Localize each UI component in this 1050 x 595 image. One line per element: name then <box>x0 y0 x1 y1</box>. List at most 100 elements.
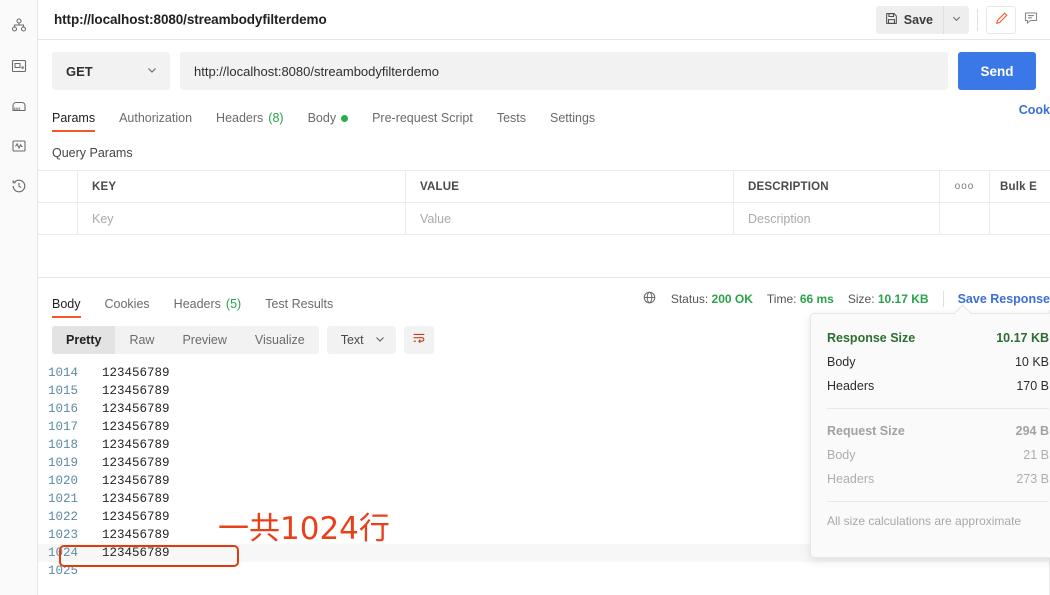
line-text: 123456789 <box>102 438 170 452</box>
line-number: 1024 <box>47 546 78 560</box>
key-input[interactable]: Key <box>78 203 406 234</box>
line-text: 123456789 <box>102 402 170 416</box>
tab-body[interactable]: Body <box>308 111 349 132</box>
response-tab-headers[interactable]: Headers (5) <box>174 297 242 318</box>
row-options-cell[interactable] <box>940 203 990 234</box>
view-mode-raw[interactable]: Raw <box>115 326 168 354</box>
save-dropdown-button[interactable] <box>943 5 969 34</box>
http-method-select[interactable]: GET <box>52 52 170 90</box>
tab-tests-label: Tests <box>496 111 526 125</box>
ellipsis-icon: ooo <box>954 181 975 192</box>
line-text: 123456789 <box>102 510 170 524</box>
size-details-popover: Response Size 10.17 KB Body 10 KB Header… <box>810 313 1050 558</box>
request-headers-label: Headers <box>827 472 875 486</box>
response-size-title: Response Size <box>827 331 916 345</box>
rail-item-history[interactable] <box>0 166 38 206</box>
tab-tests[interactable]: Tests <box>497 111 526 132</box>
size-label: Size: <box>847 292 875 306</box>
history-icon <box>10 177 28 195</box>
tab-headers[interactable]: Headers (8) <box>216 111 284 132</box>
time-value: 66 ms <box>799 292 834 306</box>
save-button-label: Save <box>903 12 933 27</box>
save-response-button[interactable]: Save Response <box>958 292 1050 306</box>
tab-pre-request-script[interactable]: Pre-request Script <box>372 111 473 132</box>
monitors-icon <box>10 137 28 155</box>
row-checkbox-cell[interactable] <box>38 203 78 234</box>
body-format-select[interactable]: Text <box>326 326 396 354</box>
query-params-table: KEY VALUE DESCRIPTION ooo Bulk E Key Val… <box>38 170 1050 269</box>
table-row[interactable]: Key Value Description <box>38 203 1050 235</box>
description-input[interactable]: Description <box>734 203 940 234</box>
response-tab-cookies-label: Cookies <box>104 297 150 311</box>
line-number: 1023 <box>47 528 78 542</box>
line-number: 1017 <box>47 420 78 434</box>
bulk-edit-link[interactable]: Bulk E <box>990 171 1050 202</box>
view-mode-visualize[interactable]: Visualize <box>241 326 319 354</box>
send-button[interactable]: Send <box>958 52 1036 90</box>
rail-item-collections[interactable] <box>0 6 38 46</box>
column-header-value: VALUE <box>406 171 734 202</box>
response-tab-test-results[interactable]: Test Results <box>265 297 333 318</box>
response-headers-value: 170 B <box>1016 379 1049 393</box>
meta-divider <box>942 291 944 307</box>
popover-divider-1 <box>827 408 1049 409</box>
response-tab-body[interactable]: Body <box>52 297 81 318</box>
edit-request-button[interactable] <box>986 5 1016 34</box>
line-number: 1021 <box>47 492 78 506</box>
response-tab-cookies[interactable]: Cookies <box>105 297 150 318</box>
time-field[interactable]: Time: 66 ms <box>767 292 834 306</box>
tab-authorization-label: Authorization <box>119 111 193 125</box>
tab-params[interactable]: Params <box>52 111 96 132</box>
word-wrap-button[interactable] <box>403 326 434 354</box>
size-field[interactable]: Size: 10.17 KB <box>848 292 929 306</box>
save-button-group: Save <box>875 5 969 34</box>
popover-request-headers-row: Headers 273 B <box>827 467 1049 491</box>
response-size-total: 10.17 KB <box>996 331 1049 345</box>
environments-icon <box>10 97 28 115</box>
globe-icon[interactable] <box>642 290 657 308</box>
response-meta: Status: 200 OK Time: 66 ms Size: 10.17 K… <box>642 290 1050 308</box>
line-text: 123456789 <box>102 474 170 488</box>
rail-item-monitors[interactable] <box>0 126 38 166</box>
popover-response-headers-row: Headers 170 B <box>827 374 1049 398</box>
tab-settings[interactable]: Settings <box>550 111 595 132</box>
table-header-row: KEY VALUE DESCRIPTION ooo Bulk E <box>38 171 1050 203</box>
body-indicator-dot <box>341 114 349 122</box>
header-divider <box>977 8 978 31</box>
pencil-icon <box>994 11 1009 29</box>
request-size-total: 294 B <box>1015 424 1049 438</box>
response-body-label: Body <box>827 355 856 369</box>
left-rail <box>0 0 38 595</box>
line-number: 1015 <box>47 384 78 398</box>
response-tab-test-results-label: Test Results <box>265 297 334 311</box>
response-tab-body-label: Body <box>52 297 81 311</box>
time-label: Time: <box>766 292 797 306</box>
tab-headers-count: (8) <box>268 111 284 125</box>
value-input[interactable]: Value <box>406 203 734 234</box>
rail-item-environments[interactable] <box>0 86 38 126</box>
save-button[interactable]: Save <box>875 5 943 34</box>
chevron-down-icon <box>146 64 158 79</box>
response-tab-headers-count: (5) <box>225 297 242 311</box>
chevron-down-icon <box>951 12 962 27</box>
chevron-down-icon <box>374 333 386 348</box>
response-headers-label: Headers <box>827 379 875 393</box>
url-input[interactable]: http://localhost:8080/streambodyfilterde… <box>180 52 948 90</box>
view-mode-preview[interactable]: Preview <box>168 326 240 354</box>
main-pane: http://localhost:8080/streambodyfilterde… <box>38 0 1050 595</box>
status-field[interactable]: Status: 200 OK <box>671 292 753 306</box>
apis-icon <box>10 57 28 75</box>
status-value: 200 OK <box>711 292 753 306</box>
popover-request-title-row: Request Size 294 B <box>827 419 1049 443</box>
view-mode-pretty[interactable]: Pretty <box>52 326 116 354</box>
query-params-label: Query Params <box>52 146 133 160</box>
column-options-button[interactable]: ooo <box>940 171 990 202</box>
line-number: 1016 <box>47 402 78 416</box>
cookies-link[interactable]: Cook <box>1019 103 1050 117</box>
http-method-value: GET <box>66 63 93 79</box>
rail-item-apis[interactable] <box>0 46 38 86</box>
comment-button[interactable] <box>1016 6 1046 34</box>
tab-authorization[interactable]: Authorization <box>119 111 192 132</box>
request-body-label: Body <box>827 448 856 462</box>
request-headers-value: 273 B <box>1016 472 1049 486</box>
